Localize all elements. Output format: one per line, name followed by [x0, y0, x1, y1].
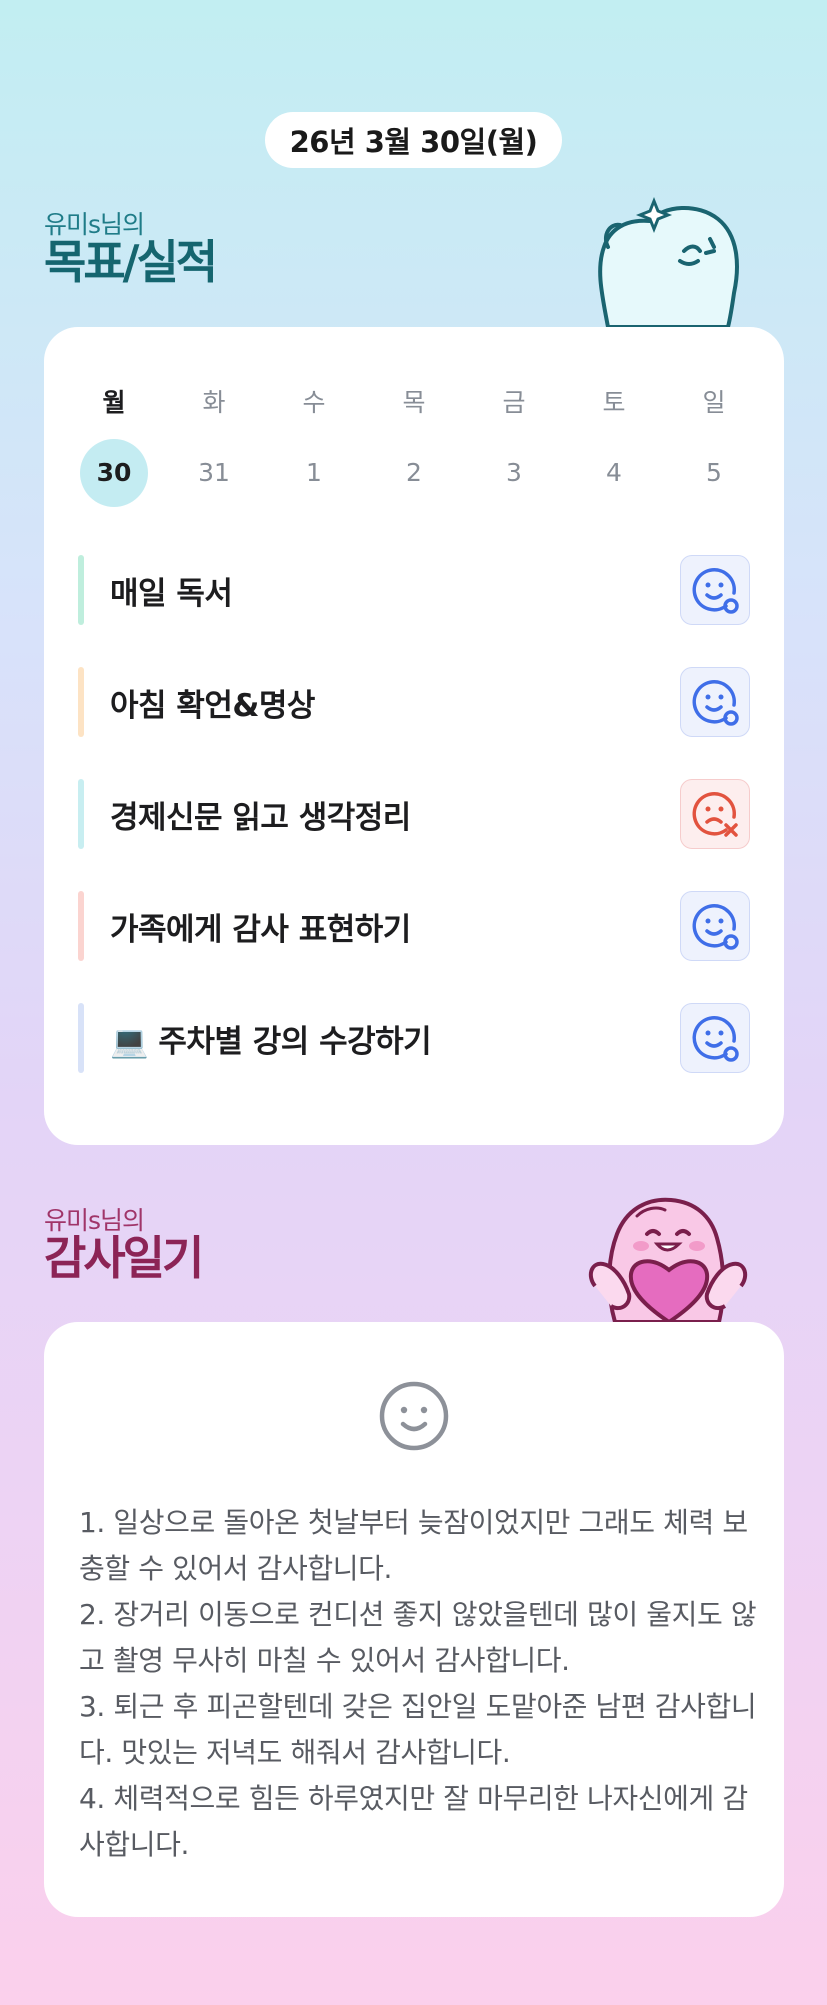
weekday-label: 화 [202, 388, 226, 417]
cheering-ghost-mascot-icon [598, 196, 739, 327]
goals-section-heading: 유미s님의 목표/실적 [44, 210, 218, 289]
diary-line: 3. 퇴근 후 피곤할텐데 갖은 집안일 도맡아준 남편 감사합니다. 맛있는 … [79, 1690, 757, 1769]
diary-section-heading: 유미s님의 감사일기 [44, 1206, 204, 1285]
goal-label: 아침 확언&명상 [110, 687, 315, 724]
goal-status-button[interactable] [680, 779, 750, 849]
diary-entry-text: 1. 일상으로 돌아온 첫날부터 늦잠이었지만 그래도 체력 보충할 수 있어서… [79, 1500, 759, 1868]
smile-done-icon [692, 1016, 739, 1062]
diary-card: 1. 일상으로 돌아온 첫날부터 늦잠이었지만 그래도 체력 보충할 수 있어서… [44, 1322, 784, 1917]
weekday-label: 일 [702, 388, 726, 417]
weekday-label: 수 [302, 388, 326, 417]
goal-label: 가족에게 감사 표현하기 [110, 911, 411, 948]
weekday-label: 토 [602, 388, 626, 417]
goal-color-bar [78, 555, 84, 625]
goal-label: 경제신문 읽고 생각정리 [110, 799, 411, 836]
date-pill[interactable]: 26년 3월 30일(월) [265, 112, 562, 168]
goal-color-bar [78, 1003, 84, 1073]
diary-owner-label: 유미s님의 [44, 1206, 145, 1235]
goal-label: 매일 독서 [110, 575, 233, 612]
date-cell[interactable]: 31 [180, 439, 248, 507]
goal-item: 가족에게 감사 표현하기 [78, 891, 750, 961]
goal-status-button[interactable] [680, 891, 750, 961]
smile-done-icon [692, 680, 739, 726]
goals-card: 월 화 수 목 금 토 일 30 31 1 2 3 4 5 매일 독서 아침 확… [44, 327, 784, 1145]
heart-hugging-mascot-icon [588, 1197, 748, 1322]
goals-owner-label: 유미s님의 [44, 210, 145, 239]
date-cell[interactable]: 5 [680, 439, 748, 507]
goal-color-bar [78, 891, 84, 961]
smile-face-icon [379, 1381, 449, 1451]
goal-color-bar [78, 667, 84, 737]
goal-item: 매일 독서 [78, 555, 750, 625]
sad-fail-icon [692, 792, 738, 837]
weekday-row: 월 화 수 목 금 토 일 [80, 383, 748, 419]
date-row: 30 31 1 2 3 4 5 [80, 439, 748, 507]
goal-label: 💻 주차별 강의 수강하기 [110, 1023, 432, 1060]
goal-status-button[interactable] [680, 667, 750, 737]
goal-item: 경제신문 읽고 생각정리 [78, 779, 750, 849]
goals-title: 목표/실적 [44, 235, 218, 289]
diary-line: 1. 일상으로 돌아온 첫날부터 늦잠이었지만 그래도 체력 보충할 수 있어서… [79, 1506, 748, 1585]
smile-done-icon [692, 904, 739, 950]
weekday-label: 금 [502, 388, 526, 417]
date-cell-selected[interactable]: 30 [80, 439, 148, 507]
smile-done-icon [692, 568, 739, 614]
goal-status-button[interactable] [680, 555, 750, 625]
diary-title: 감사일기 [44, 1231, 204, 1285]
goal-item: 아침 확언&명상 [78, 667, 750, 737]
goal-status-button[interactable] [680, 1003, 750, 1073]
date-cell[interactable]: 1 [280, 439, 348, 507]
diary-line: 4. 체력적으로 힘든 하루였지만 잘 마무리한 나자신에게 감사합니다. [79, 1782, 748, 1861]
diary-line: 2. 장거리 이동으로 컨디션 좋지 않았을텐데 많이 울지도 않고 촬영 무사… [79, 1598, 757, 1677]
date-cell[interactable]: 3 [480, 439, 548, 507]
date-cell[interactable]: 4 [580, 439, 648, 507]
weekday-label: 월 [102, 388, 126, 417]
date-cell[interactable]: 2 [380, 439, 448, 507]
goal-color-bar [78, 779, 84, 849]
date-label: 26년 3월 30일(월) [289, 125, 538, 159]
goal-item: 💻 주차별 강의 수강하기 [78, 1003, 750, 1073]
weekday-label: 목 [402, 388, 426, 417]
